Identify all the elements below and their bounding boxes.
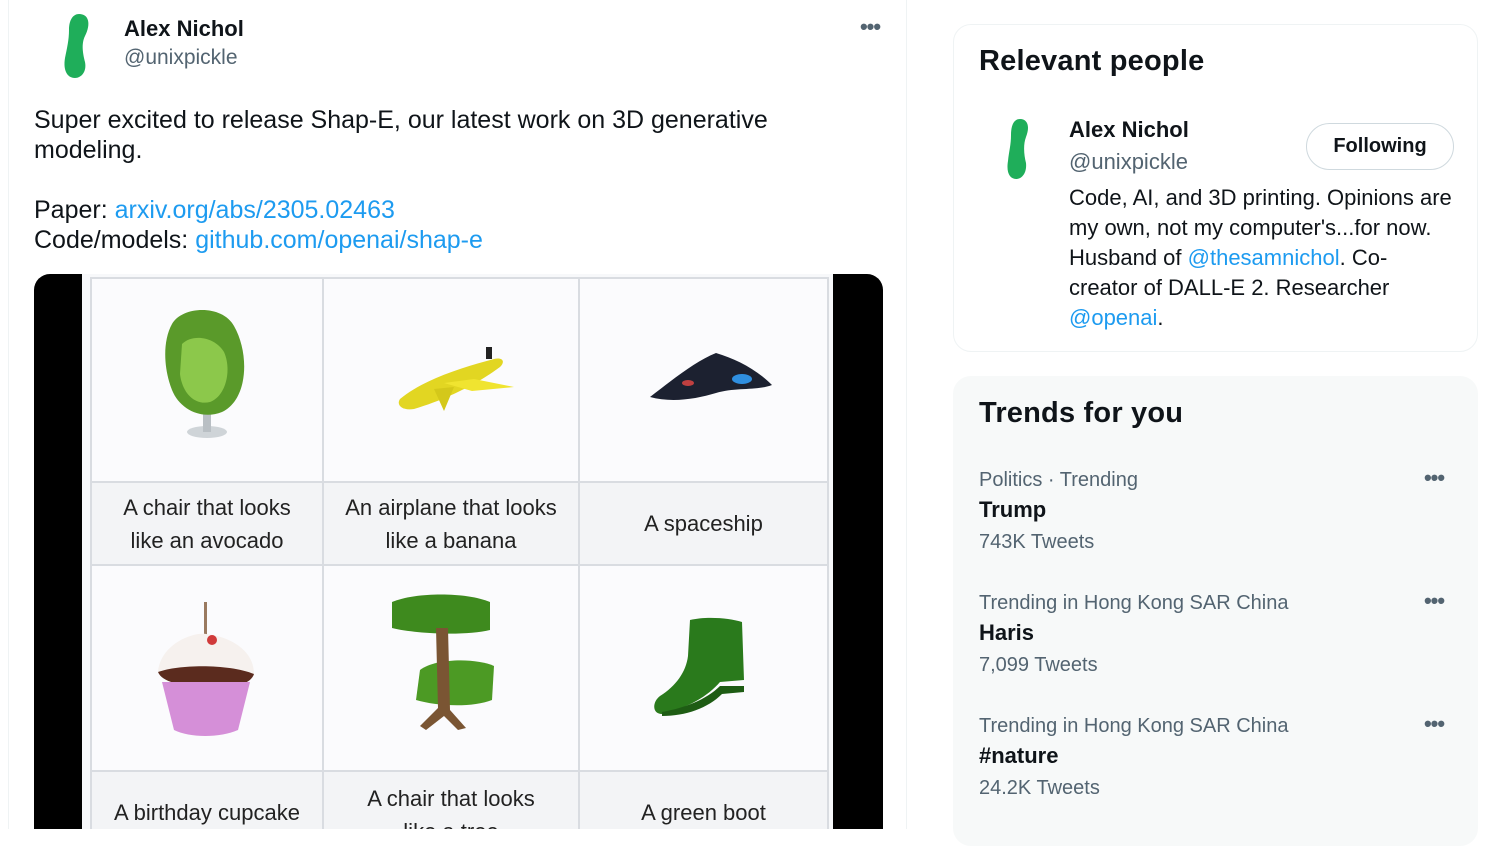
author-avatar[interactable] xyxy=(49,10,105,80)
caption-banana-airplane: An airplane that looks like a banana xyxy=(322,481,580,566)
media-image-grid: A chair that looks like an avocado An air… xyxy=(82,274,833,829)
tree-chair-image xyxy=(322,564,580,772)
trend-count: 743K Tweets xyxy=(979,531,1095,553)
mention-thesamnichol[interactable]: @thesamnichol xyxy=(1188,245,1340,270)
caption-spaceship: A spaceship xyxy=(578,481,829,566)
code-label: Code/models: xyxy=(34,226,196,254)
caption-line: like a tree xyxy=(367,815,535,829)
tweet-media[interactable]: A chair that looks like an avocado An air… xyxy=(34,274,883,829)
tweet-detail: Alex Nichol @unixpickle ••• Super excite… xyxy=(8,0,907,829)
paper-label: Paper: xyxy=(34,196,115,224)
caption-green-boot: A green boot xyxy=(578,770,829,829)
trend-more-icon[interactable]: ••• xyxy=(1419,588,1449,618)
caption-birthday-cupcake: A birthday cupcake xyxy=(90,770,324,829)
trend-meta: Politics · Trending xyxy=(979,469,1138,491)
mention-openai[interactable]: @openai xyxy=(1069,305,1157,330)
birthday-cupcake-image xyxy=(90,564,324,772)
trend-meta: Trending in Hong Kong SAR China xyxy=(979,592,1289,614)
following-button[interactable]: Following xyxy=(1306,123,1454,170)
person-name[interactable]: Alex Nichol xyxy=(1069,117,1189,143)
code-link[interactable]: github.com/openai/shap-e xyxy=(195,226,483,254)
spaceship-image xyxy=(578,277,829,483)
bio-text: . xyxy=(1157,305,1164,330)
caption-line: like a banana xyxy=(385,527,517,553)
trend-meta: Trending in Hong Kong SAR China xyxy=(979,715,1289,737)
tweet-text: Super excited to release Shap-E, our lat… xyxy=(34,105,834,255)
caption-line: A green boot xyxy=(641,800,766,825)
person-avatar[interactable] xyxy=(996,117,1038,181)
tweet-text-line: modeling. xyxy=(34,136,143,164)
paper-link[interactable]: arxiv.org/abs/2305.02463 xyxy=(115,196,395,224)
caption-line: A spaceship xyxy=(644,511,763,536)
trend-item[interactable]: Trending in Hong Kong SAR China #nature … xyxy=(979,711,1459,825)
banana-airplane-image xyxy=(322,277,580,483)
trend-name: #nature xyxy=(979,743,1059,768)
relevant-people-card: Relevant people Alex Nichol @unixpickle … xyxy=(953,24,1478,352)
caption-line: A chair that looks xyxy=(367,786,535,811)
avocado-chair-image xyxy=(90,277,324,483)
trends-title: Trends for you xyxy=(979,397,1184,429)
caption-tree-chair: A chair that looks like a tree xyxy=(322,770,580,829)
caption-line: An airplane that looks xyxy=(345,494,557,520)
trend-count: 7,099 Tweets xyxy=(979,654,1098,676)
caption-line: A birthday cupcake xyxy=(114,800,300,825)
trend-more-icon[interactable]: ••• xyxy=(1419,711,1449,741)
trend-item[interactable]: Trending in Hong Kong SAR China Haris 7,… xyxy=(979,588,1459,702)
trends-card: Trends for you Politics · Trending Trump… xyxy=(953,376,1478,846)
trend-name: Haris xyxy=(979,620,1035,645)
trend-more-icon[interactable]: ••• xyxy=(1419,465,1449,495)
green-boot-image xyxy=(578,564,829,772)
person-handle[interactable]: @unixpickle xyxy=(1069,149,1188,175)
caption-line: A chair that looks xyxy=(123,494,291,520)
more-options-icon[interactable]: ••• xyxy=(855,14,885,44)
person-bio: Code, AI, and 3D printing. Opinions are … xyxy=(1069,183,1454,333)
tweet-text-line: Super excited to release Shap-E, our lat… xyxy=(34,106,768,134)
caption-line: like an avocado xyxy=(130,527,284,553)
relevant-people-title: Relevant people xyxy=(979,45,1205,77)
author-name[interactable]: Alex Nichol xyxy=(124,16,244,42)
trend-count: 24.2K Tweets xyxy=(979,777,1100,799)
trend-name: Trump xyxy=(979,497,1047,522)
caption-avocado-chair: A chair that looks like an avocado xyxy=(90,481,324,566)
author-handle[interactable]: @unixpickle xyxy=(124,46,238,70)
trend-item[interactable]: Politics · Trending Trump 743K Tweets ••… xyxy=(979,465,1459,579)
